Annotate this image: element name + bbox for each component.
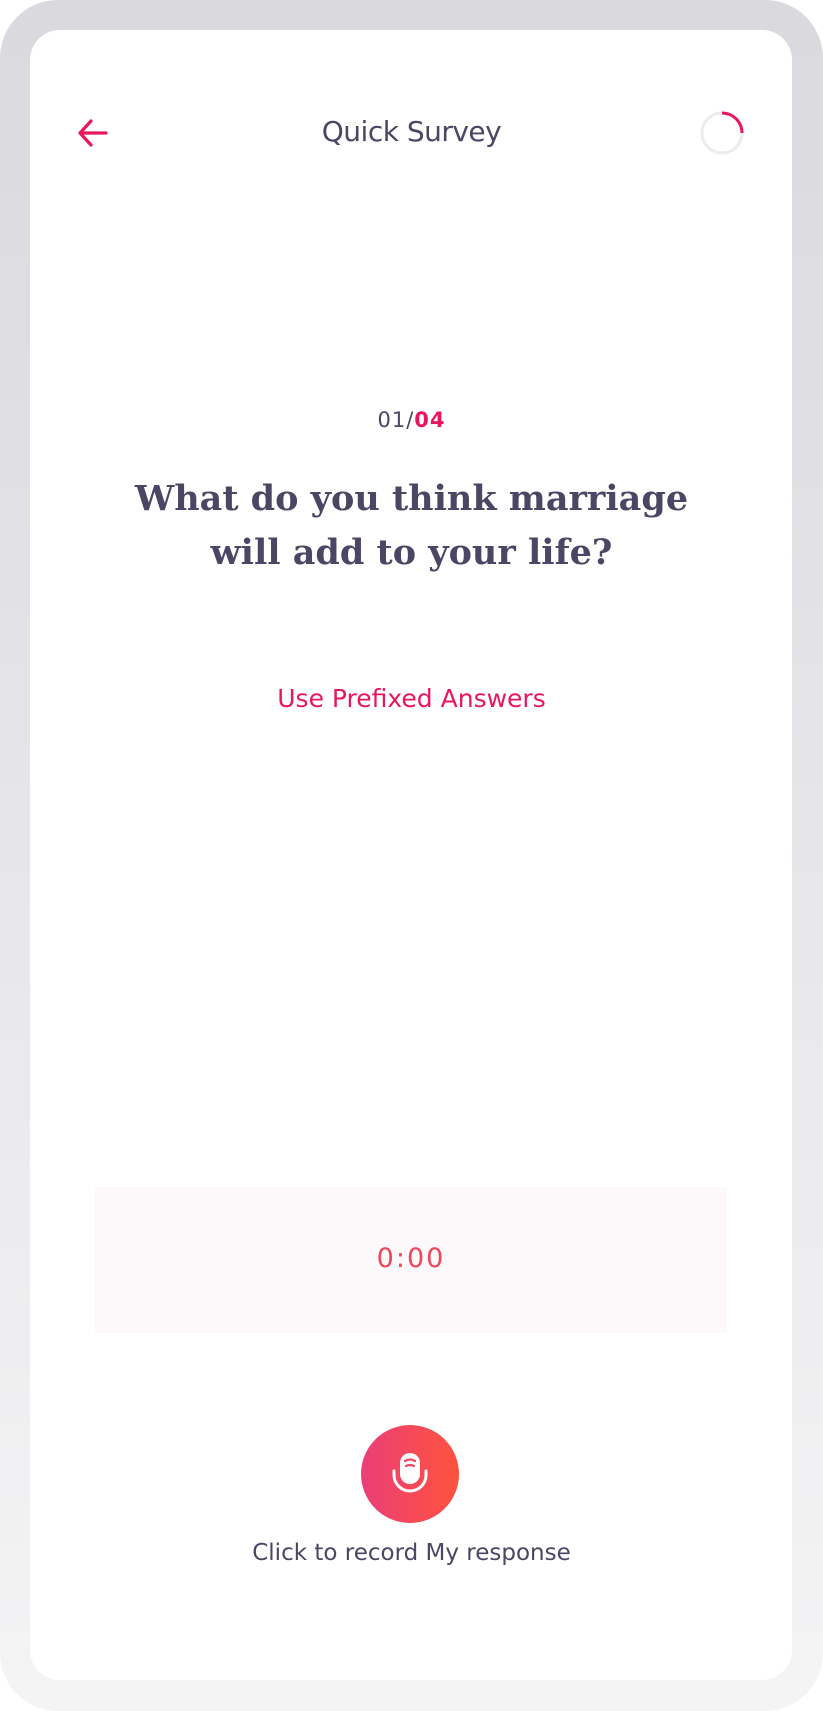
question-text: What do you think marriage will add to y… [134, 478, 689, 573]
use-prefixed-answers-link[interactable]: Use Prefixed Answers [0, 684, 823, 713]
question-counter: 01/04 [0, 408, 823, 432]
question-index: 01/ [377, 408, 415, 432]
record-instruction: Click to record My response [252, 1540, 571, 1566]
progress-ring [700, 111, 744, 155]
recording-timer: 0:00 [376, 1243, 446, 1274]
recording-panel: 0:00 [95, 1187, 727, 1333]
question-total: 04 [414, 408, 446, 432]
record-button[interactable] [361, 1425, 459, 1523]
microphone-icon [392, 1453, 428, 1493]
